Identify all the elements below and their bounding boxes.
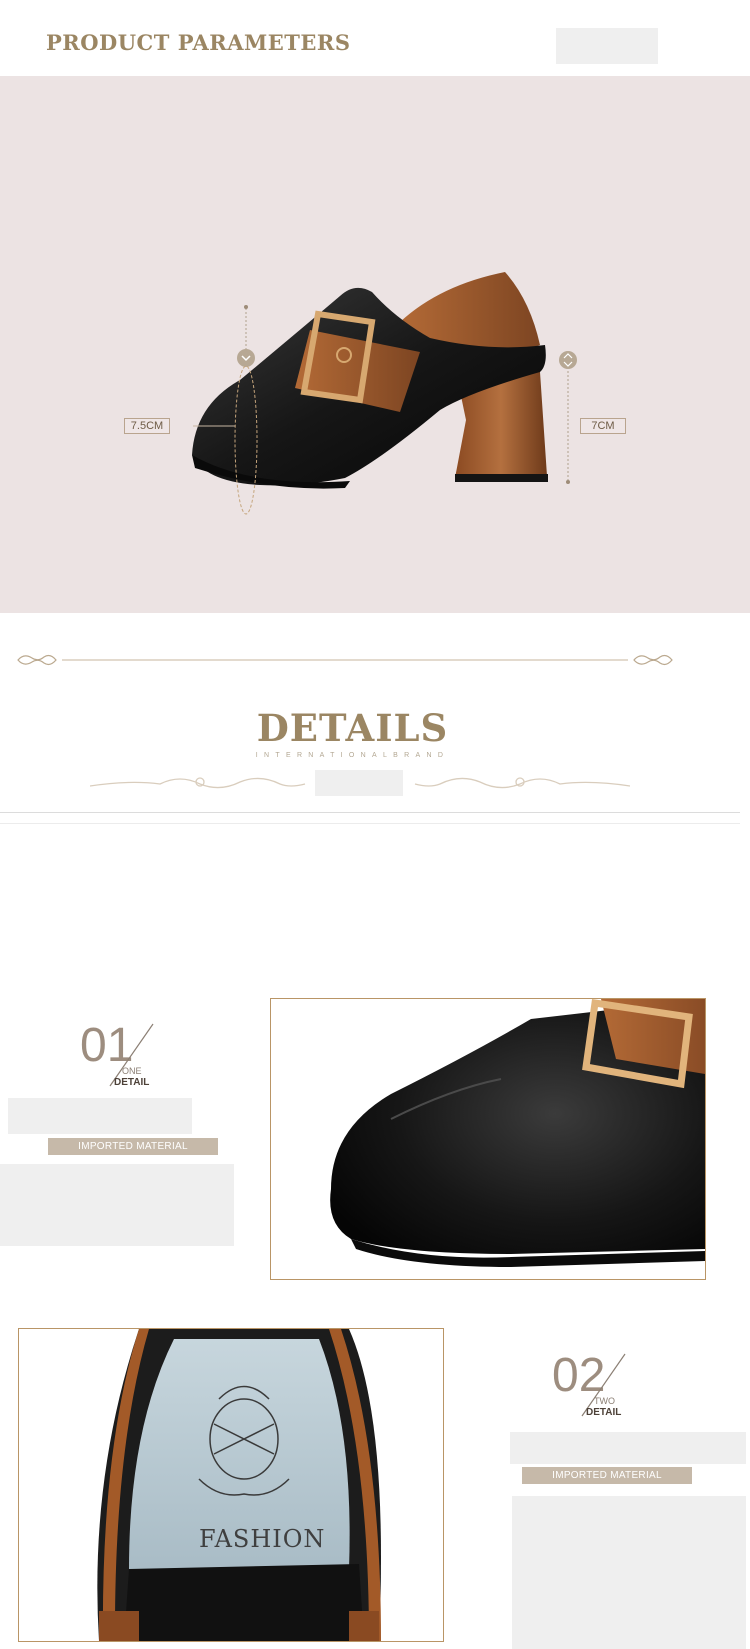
product-image-panel: 7.5CM 7CM [0, 76, 750, 613]
detail-word: ONE [122, 1066, 142, 1076]
placeholder-box [315, 770, 403, 796]
placeholder-box [512, 1496, 746, 1649]
placeholder-box [556, 28, 658, 64]
detail-photo-toe [270, 998, 706, 1280]
divider-line [0, 823, 740, 824]
placeholder-box [0, 1164, 234, 1246]
insole-closeup-image [97, 1329, 381, 1641]
toe-closeup-image [330, 999, 705, 1267]
detail-word: TWO [594, 1396, 615, 1406]
shoe-illustration [192, 272, 577, 515]
detail-label: DETAIL [586, 1407, 622, 1418]
divider-line [0, 812, 740, 813]
imported-material-badge: IMPORTED MATERIAL [522, 1467, 692, 1484]
details-title: DETAILS [256, 706, 449, 750]
imported-material-badge: IMPORTED MATERIAL [48, 1138, 218, 1155]
detail-photo-insole: FASHION [18, 1328, 444, 1642]
placeholder-box [510, 1432, 746, 1464]
ornament-divider [17, 654, 673, 666]
heel-height-label: 7CM [580, 418, 626, 434]
detail-label: DETAIL [114, 1077, 150, 1088]
insole-brand-text: FASHION [199, 1525, 326, 1553]
toe-height-label: 7.5CM [124, 418, 170, 434]
placeholder-box [8, 1098, 192, 1134]
details-subtitle: INTERNATIONALBRAND [255, 752, 450, 759]
section-title-product-parameters: PRODUCT PARAMETERS [46, 30, 351, 55]
